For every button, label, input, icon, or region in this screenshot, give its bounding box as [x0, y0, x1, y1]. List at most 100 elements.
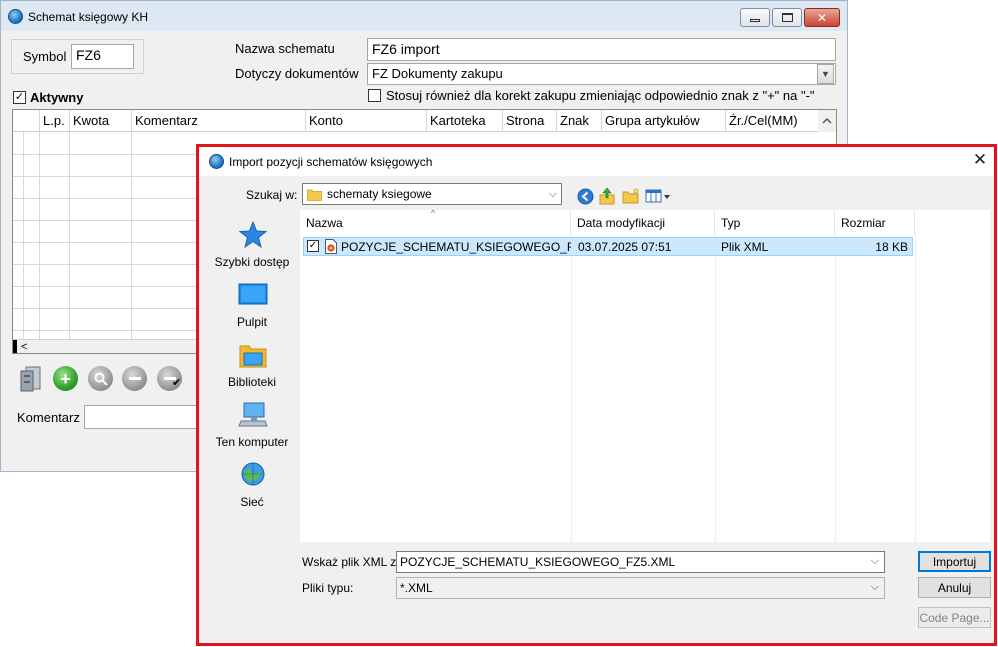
- dialog-app-icon: [209, 154, 224, 169]
- close-icon: ✕: [816, 10, 828, 25]
- search-position-button[interactable]: [88, 366, 113, 391]
- active-label: Aktywny: [30, 90, 84, 105]
- place-desktop[interactable]: Pulpit: [204, 281, 300, 339]
- add-position-button[interactable]: +: [53, 366, 78, 391]
- col-komentarz[interactable]: Komentarz: [131, 110, 305, 132]
- grid-col-line: [69, 132, 70, 352]
- new-folder-button[interactable]: [621, 187, 641, 205]
- col-kwota[interactable]: Kwota: [69, 110, 131, 132]
- minus-icon: [128, 377, 141, 380]
- check-icon: ✔: [172, 377, 182, 389]
- documents-label: Dotyczy dokumentów: [235, 66, 359, 81]
- place-label: Szybki dostęp: [214, 255, 290, 269]
- column-line: [571, 236, 572, 542]
- view-grid-icon: [645, 189, 670, 203]
- xml-file-icon: [325, 239, 337, 254]
- up-folder-button[interactable]: [597, 187, 617, 205]
- file-row-checkbox[interactable]: ✓: [307, 240, 319, 252]
- place-label: Biblioteki: [227, 375, 277, 389]
- grid-header: L.p. Kwota Komentarz Konto Kartoteka Str…: [13, 110, 836, 132]
- chevron-down-icon: ▼: [821, 69, 830, 79]
- grid-horizontal-scrollbar[interactable]: <: [13, 339, 199, 353]
- active-checkbox[interactable]: ✓: [13, 91, 26, 104]
- corrections-checkbox[interactable]: [368, 89, 381, 102]
- documents-value: FZ Dokumenty zakupu: [372, 66, 503, 81]
- place-this-pc[interactable]: Ten komputer: [204, 401, 300, 459]
- cancel-button[interactable]: Anuluj: [918, 577, 991, 598]
- col-lp[interactable]: L.p.: [39, 110, 71, 132]
- column-line: [715, 236, 716, 542]
- codepage-button[interactable]: Code Page...: [918, 607, 991, 628]
- search-icon: [94, 372, 108, 386]
- look-in-value: schematy ksiegowe: [327, 187, 432, 201]
- chevron-down-icon[interactable]: ⌵: [871, 581, 879, 594]
- column-line: [915, 236, 916, 542]
- main-window-title: Schemat księgowy KH: [28, 10, 149, 24]
- back-button[interactable]: [575, 187, 595, 205]
- place-label: Sieć: [240, 495, 264, 509]
- comment-label: Komentarz: [17, 410, 80, 425]
- grid-col-line: [23, 132, 24, 352]
- col-znak[interactable]: Znak: [556, 110, 601, 132]
- documents-dropdown-button[interactable]: ▼: [817, 64, 834, 84]
- main-titlebar: Schemat księgowy KH ✕: [1, 1, 847, 31]
- maximize-button[interactable]: [772, 8, 802, 27]
- scroll-left-icon[interactable]: <: [21, 341, 27, 353]
- col-nazwa[interactable]: Nazwa: [300, 210, 571, 236]
- grid-indicator-head: [13, 110, 23, 132]
- grid-vertical-scrollbar[interactable]: [818, 110, 836, 132]
- place-label: Ten komputer: [215, 435, 289, 449]
- file-row[interactable]: ✓ POZYCJE_SCHEMATU_KSIEGOWEGO_FZ5... 03.…: [303, 237, 913, 256]
- col-data-modyfikacji[interactable]: Data modyfikacji: [571, 210, 715, 236]
- place-label: Pulpit: [236, 315, 268, 329]
- import-dialog: Import pozycji schematów księgowych ✕ Sz…: [196, 144, 997, 646]
- maximize-icon: [781, 13, 793, 22]
- corrections-checkbox-row[interactable]: Stosuj również dla korekt zakupu zmienia…: [368, 88, 815, 103]
- main-close-button[interactable]: ✕: [804, 8, 840, 27]
- scroll-up-icon[interactable]: [818, 110, 836, 132]
- up-folder-icon: [599, 187, 615, 205]
- scheme-name-input[interactable]: FZ6 import: [367, 38, 836, 61]
- symbol-label: Symbol: [23, 49, 67, 64]
- col-zr-cel[interactable]: Źr./Cel(MM): [725, 110, 815, 132]
- export-button[interactable]: [18, 365, 44, 393]
- file-list[interactable]: ^ Nazwa Data modyfikacji Typ Rozmiar ✓ P…: [300, 208, 990, 542]
- col-typ[interactable]: Typ: [715, 210, 835, 236]
- dialog-title: Import pozycji schematów księgowych: [229, 155, 433, 169]
- comment-input[interactable]: [84, 405, 204, 429]
- minimize-button[interactable]: [740, 8, 770, 27]
- corrections-label: Stosuj również dla korekt zakupu zmienia…: [386, 88, 815, 103]
- chevron-down-icon[interactable]: ⌵: [871, 555, 879, 568]
- scrollbar-thumb-edge: [13, 340, 17, 353]
- file-size: 18 KB: [875, 240, 908, 254]
- active-checkbox-row[interactable]: ✓ Aktywny: [13, 90, 83, 105]
- file-type-select[interactable]: *.XML ⌵: [396, 577, 885, 599]
- place-quick-access[interactable]: Szybki dostęp: [204, 221, 300, 279]
- col-rozmiar[interactable]: Rozmiar: [835, 210, 915, 236]
- documents-select[interactable]: FZ Dokumenty zakupu: [367, 63, 836, 85]
- chevron-down-icon: ⌵: [548, 187, 557, 200]
- col-kartoteka[interactable]: Kartoteka: [426, 110, 502, 132]
- column-line: [835, 236, 836, 542]
- symbol-input[interactable]: FZ6: [71, 44, 134, 69]
- app-icon: [8, 9, 23, 24]
- remove-position-button[interactable]: [122, 366, 147, 391]
- place-network[interactable]: Sieć: [204, 461, 300, 519]
- place-libraries[interactable]: Biblioteki: [204, 341, 300, 399]
- grid-col-line: [39, 132, 40, 352]
- accept-position-button[interactable]: ✔: [157, 366, 182, 391]
- dialog-close-button[interactable]: ✕: [970, 150, 990, 170]
- file-type-label: Pliki typu:: [302, 581, 354, 595]
- dialog-titlebar: Import pozycji schematów księgowych ✕: [199, 147, 994, 176]
- file-modified: 03.07.2025 07:51: [578, 240, 672, 254]
- look-in-label: Szukaj w:: [246, 188, 298, 202]
- file-name-input[interactable]: POZYCJE_SCHEMATU_KSIEGOWEGO_FZ5.XML ⌵: [396, 551, 885, 573]
- look-in-select[interactable]: schematy ksiegowe ⌵: [302, 183, 562, 205]
- col-konto[interactable]: Konto: [305, 110, 426, 132]
- import-button[interactable]: Importuj: [918, 551, 991, 572]
- col-strona[interactable]: Strona: [502, 110, 556, 132]
- col-grupa-artykulow[interactable]: Grupa artykułów: [601, 110, 725, 132]
- places-bar: Szybki dostęp Pulpit Biblioteki Ten komp…: [204, 211, 300, 541]
- network-icon: [241, 462, 265, 486]
- view-menu-button[interactable]: [645, 187, 671, 205]
